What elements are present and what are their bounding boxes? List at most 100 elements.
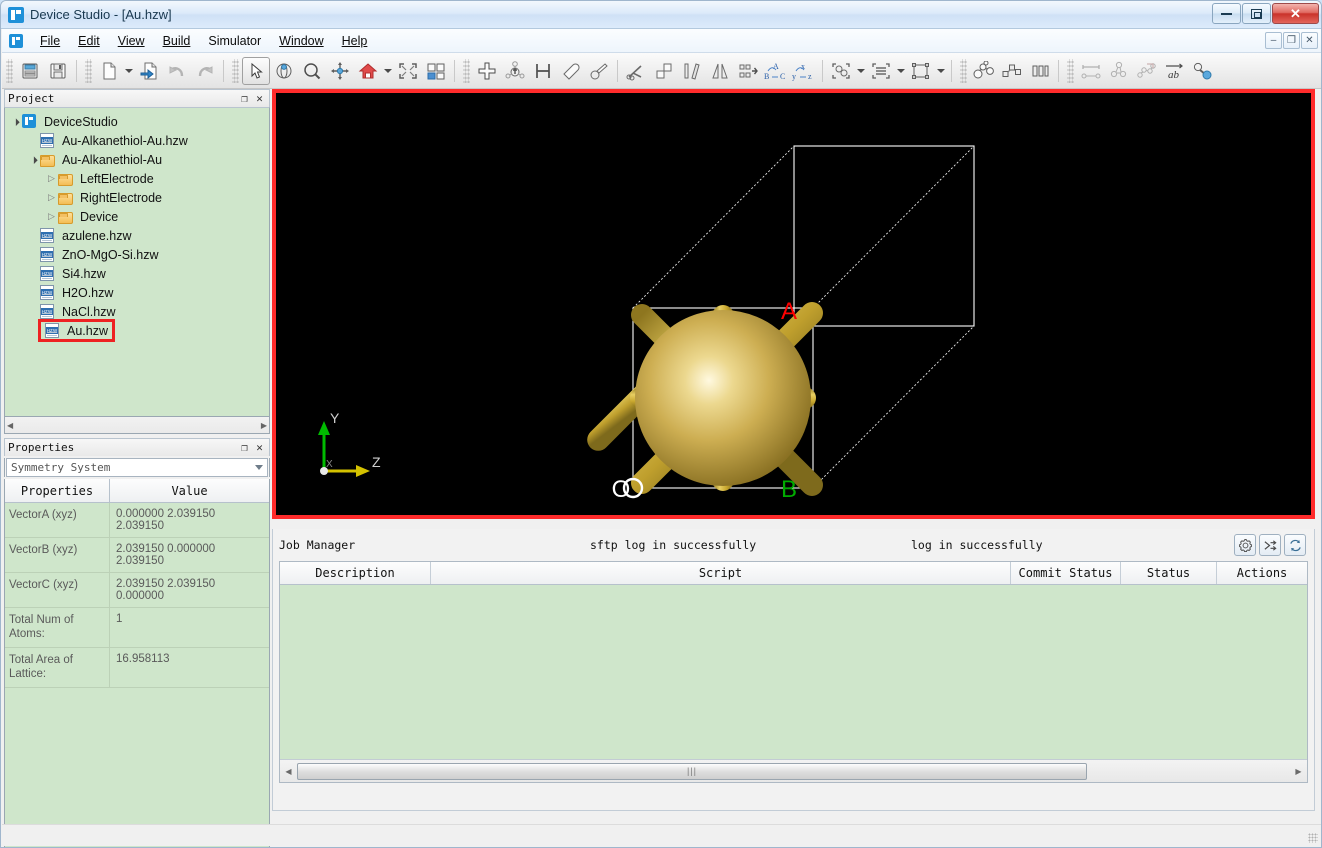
refresh-icon[interactable] [1284,534,1306,556]
maximize-button[interactable] [1242,3,1271,24]
menu-edit[interactable]: Edit [69,31,109,51]
tree-expander-open-icon[interactable] [27,155,40,164]
new-file-caret-icon[interactable] [123,57,135,85]
job-scroll-left-icon[interactable]: ◀ [281,767,296,776]
menu-help[interactable]: Help [333,31,377,51]
project-scroll-right-icon[interactable]: ▶ [261,421,267,430]
bond-tool-icon[interactable] [1189,57,1217,85]
tree-item[interactable]: azulene.hzw [9,226,269,245]
tree-item[interactable]: Au.hzw [9,321,269,340]
close-button[interactable]: ✕ [1272,3,1319,24]
translate-icon[interactable] [734,57,762,85]
layers-tool-icon[interactable] [867,57,895,85]
zoom-icon[interactable] [298,57,326,85]
project-close-button[interactable]: ✕ [253,92,266,105]
fit-view-icon[interactable] [394,57,422,85]
shuffle-icon[interactable] [1259,534,1281,556]
job-column-script[interactable]: Script [431,562,1011,584]
abc-axes-icon[interactable]: A B C [762,57,790,85]
home-view-caret-icon[interactable] [382,57,394,85]
lattice-caret-icon[interactable] [855,57,867,85]
undo-icon[interactable] [163,57,191,85]
measure-torsion-icon[interactable] [1133,57,1161,85]
layers-caret-icon[interactable] [895,57,907,85]
job-column-description[interactable]: Description [280,562,431,584]
save-all-icon[interactable] [16,57,44,85]
pan-icon[interactable] [326,57,354,85]
tree-item[interactable]: RightElectrode [9,188,269,207]
duplicate-icon[interactable] [650,57,678,85]
doc-minimize-button[interactable]: – [1265,32,1282,49]
slab-icon[interactable] [678,57,706,85]
doc-close-button[interactable]: ✕ [1301,32,1318,49]
menu-build[interactable]: Build [154,31,200,51]
tree-expander-open-icon[interactable] [9,117,22,126]
toolbar-grip-6[interactable] [1067,59,1074,83]
structure-viewport[interactable]: O A B Y Z X [272,89,1315,519]
mirror-icon[interactable] [706,57,734,85]
hydrogen-icon[interactable] [529,57,557,85]
properties-row[interactable]: VectorB (xyz)2.039150 0.000000 2.039150 [5,538,269,573]
menu-simulator[interactable]: Simulator [199,31,270,51]
doc-restore-button[interactable]: ❐ [1283,32,1300,49]
eraser-icon[interactable] [557,57,585,85]
tree-item[interactable]: Au-Alkanethiol-Au.hzw [9,131,269,150]
rotate-icon[interactable] [270,57,298,85]
open-file-icon[interactable] [135,57,163,85]
lattice-tool-icon[interactable] [827,57,855,85]
properties-row[interactable]: VectorA (xyz)0.000000 2.039150 2.039150 [5,503,269,538]
toolbar-grip-4[interactable] [463,59,470,83]
add-bonded-atom-icon[interactable] [501,57,529,85]
properties-row[interactable]: Total Area of Lattice:16.958113 [5,648,269,688]
job-column-actions[interactable]: Actions [1217,562,1307,584]
save-icon[interactable] [44,57,72,85]
job-column-commit-status[interactable]: Commit Status [1011,562,1121,584]
job-column-status[interactable]: Status [1121,562,1217,584]
toolbar-grip-3[interactable] [232,59,239,83]
settings-gear-icon[interactable] [1234,534,1256,556]
toolbar-grip-5[interactable] [960,59,967,83]
menu-window[interactable]: Window [270,31,332,51]
wireframe-icon[interactable] [998,57,1026,85]
cut-bond-icon[interactable] [622,57,650,85]
xyz-axes-icon[interactable]: x y z [790,57,818,85]
properties-close-button[interactable]: ✕ [253,441,266,454]
tree-item[interactable]: Au-Alkanethiol-Au [9,150,269,169]
cell-caret-icon[interactable] [935,57,947,85]
label-ab-icon[interactable]: ab [1161,57,1189,85]
job-horizontal-scrollbar[interactable]: ◀ ||| ▶ [280,759,1307,782]
tree-expander-closed-icon[interactable] [45,192,58,203]
measure-distance-icon[interactable] [1077,57,1105,85]
minimize-button[interactable] [1212,3,1241,24]
job-scroll-thumb[interactable]: ||| [297,763,1087,780]
add-atom-icon[interactable] [473,57,501,85]
tile-view-icon[interactable] [422,57,450,85]
symmetry-system-dropdown[interactable]: Symmetry System [6,458,268,477]
menu-file[interactable]: File [31,31,69,51]
project-float-button[interactable]: ❐ [238,92,251,105]
structure-canvas[interactable]: O A B Y Z X [276,93,1311,515]
pick-atom-icon[interactable] [585,57,613,85]
project-horizontal-scrollbar[interactable]: ◀ ▶ [4,417,270,434]
ball-stick-icon[interactable] [970,57,998,85]
properties-row[interactable]: VectorC (xyz)2.039150 2.039150 0.000000 [5,573,269,608]
tree-item[interactable]: LeftElectrode [9,169,269,188]
toolbar-grip[interactable] [6,59,13,83]
menu-view[interactable]: View [109,31,154,51]
tree-expander-closed-icon[interactable] [45,173,58,184]
project-tree[interactable]: DeviceStudioAu-Alkanethiol-Au.hzwAu-Alka… [4,107,270,417]
cell-tool-icon[interactable] [907,57,935,85]
project-scroll-left-icon[interactable]: ◀ [7,421,13,430]
tree-item[interactable]: Device [9,207,269,226]
tree-expander-closed-icon[interactable] [45,211,58,222]
tree-item[interactable]: H2O.hzw [9,283,269,302]
tree-item[interactable]: DeviceStudio [9,112,269,131]
select-arrow-icon[interactable] [242,57,270,85]
redo-icon[interactable] [191,57,219,85]
properties-row[interactable]: Total Num of Atoms:1 [5,608,269,648]
tree-item[interactable]: ZnO-MgO-Si.hzw [9,245,269,264]
toolbar-grip-2[interactable] [85,59,92,83]
home-view-icon[interactable] [354,57,382,85]
properties-float-button[interactable]: ❐ [238,441,251,454]
tree-item[interactable]: NaCl.hzw [9,302,269,321]
